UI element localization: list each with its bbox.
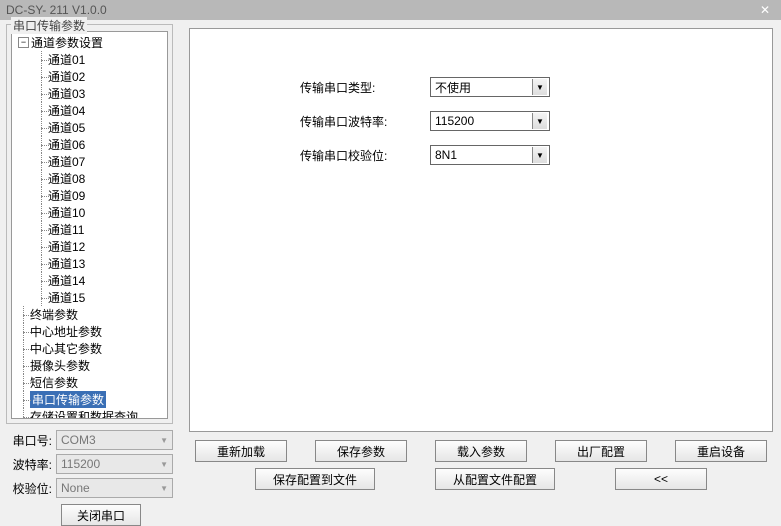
main-panel: 传输串口类型: 不使用 ▼ 传输串口波特率: 115200 ▼ 传输串口校验位:…	[189, 28, 773, 432]
save-params-button[interactable]: 保存参数	[315, 440, 407, 462]
port-label: 串口号:	[6, 432, 56, 449]
load-params-button[interactable]: 载入参数	[435, 440, 527, 462]
parity-label: 校验位:	[6, 480, 56, 497]
port-form: 串口号: COM3 ▼ 波特率: 115200 ▼ 校验位: None ▼	[6, 430, 173, 526]
tree-channel-item[interactable]: 通道08	[12, 170, 167, 187]
serial-params-fieldset: 串口传输参数 − 通道参数设置 通道01通道02通道03通道04通道05通道06…	[6, 24, 173, 424]
close-port-button[interactable]: 关闭串口	[61, 504, 141, 526]
tree-channel-item[interactable]: 通道12	[12, 238, 167, 255]
tree-channel-item[interactable]: 通道02	[12, 68, 167, 85]
tree-channel-item[interactable]: 通道04	[12, 102, 167, 119]
tree-channel-item[interactable]: 通道15	[12, 289, 167, 306]
tree-item[interactable]: 中心其它参数	[12, 340, 167, 357]
tree-view[interactable]: − 通道参数设置 通道01通道02通道03通道04通道05通道06通道07通道0…	[11, 31, 168, 419]
param-row-type: 传输串口类型: 不使用 ▼	[300, 77, 550, 97]
fieldset-label: 串口传输参数	[11, 17, 87, 34]
parity-select: None ▼	[56, 478, 173, 498]
factory-button[interactable]: 出厂配置	[555, 440, 647, 462]
tree-channel-item[interactable]: 通道01	[12, 51, 167, 68]
param-row-parity: 传输串口校验位: 8N1 ▼	[300, 145, 550, 165]
tree-item[interactable]: 摄像头参数	[12, 357, 167, 374]
action-row-2: 保存配置到文件 从配置文件配置 <<	[189, 464, 773, 492]
tree-item[interactable]: 中心地址参数	[12, 323, 167, 340]
tree-channel-item[interactable]: 通道05	[12, 119, 167, 136]
tree-channel-item[interactable]: 通道11	[12, 221, 167, 238]
chevron-down-icon[interactable]: ▼	[532, 79, 547, 95]
port-select: COM3 ▼	[56, 430, 173, 450]
titlebar: DC-SY- 211 V1.0.0 ✕	[0, 0, 781, 20]
tree-channel-item[interactable]: 通道03	[12, 85, 167, 102]
tree-item[interactable]: 终端参数	[12, 306, 167, 323]
tree-root[interactable]: − 通道参数设置	[12, 34, 167, 51]
param-label: 传输串口波特率:	[300, 113, 430, 130]
tree-channel-item[interactable]: 通道09	[12, 187, 167, 204]
param-label: 传输串口类型:	[300, 79, 430, 96]
tree-item[interactable]: 串口传输参数	[12, 391, 167, 408]
collapse-icon[interactable]: −	[18, 37, 29, 48]
tree-channel-item[interactable]: 通道13	[12, 255, 167, 272]
close-icon[interactable]: ✕	[749, 0, 781, 20]
chevron-down-icon[interactable]: ▼	[532, 147, 547, 163]
param-label: 传输串口校验位:	[300, 147, 430, 164]
chevron-down-icon: ▼	[160, 436, 168, 445]
from-file-button[interactable]: 从配置文件配置	[435, 468, 555, 490]
save-to-file-button[interactable]: 保存配置到文件	[255, 468, 375, 490]
reboot-button[interactable]: 重启设备	[675, 440, 767, 462]
param-row-baud: 传输串口波特率: 115200 ▼	[300, 111, 550, 131]
tree-channel-item[interactable]: 通道07	[12, 153, 167, 170]
sidebar: 串口传输参数 − 通道参数设置 通道01通道02通道03通道04通道05通道06…	[0, 20, 177, 500]
tree-channel-item[interactable]: 通道10	[12, 204, 167, 221]
baud-label: 波特率:	[6, 456, 56, 473]
tree-item[interactable]: 短信参数	[12, 374, 167, 391]
chevron-down-icon[interactable]: ▼	[532, 113, 547, 129]
reload-button[interactable]: 重新加载	[195, 440, 287, 462]
baud-select: 115200 ▼	[56, 454, 173, 474]
tree-channel-item[interactable]: 通道14	[12, 272, 167, 289]
window-title: DC-SY- 211 V1.0.0	[6, 3, 107, 17]
tree-item[interactable]: 存储设置和数据查询	[12, 408, 167, 419]
action-row-1: 重新加载 保存参数 载入参数 出厂配置 重启设备	[189, 432, 773, 464]
back-button[interactable]: <<	[615, 468, 707, 490]
main-area: 传输串口类型: 不使用 ▼ 传输串口波特率: 115200 ▼ 传输串口校验位:…	[177, 20, 781, 500]
chevron-down-icon: ▼	[160, 460, 168, 469]
tree-channel-item[interactable]: 通道06	[12, 136, 167, 153]
parity-combo[interactable]: 8N1 ▼	[430, 145, 550, 165]
baud-combo[interactable]: 115200 ▼	[430, 111, 550, 131]
type-combo[interactable]: 不使用 ▼	[430, 77, 550, 97]
chevron-down-icon: ▼	[160, 484, 168, 493]
